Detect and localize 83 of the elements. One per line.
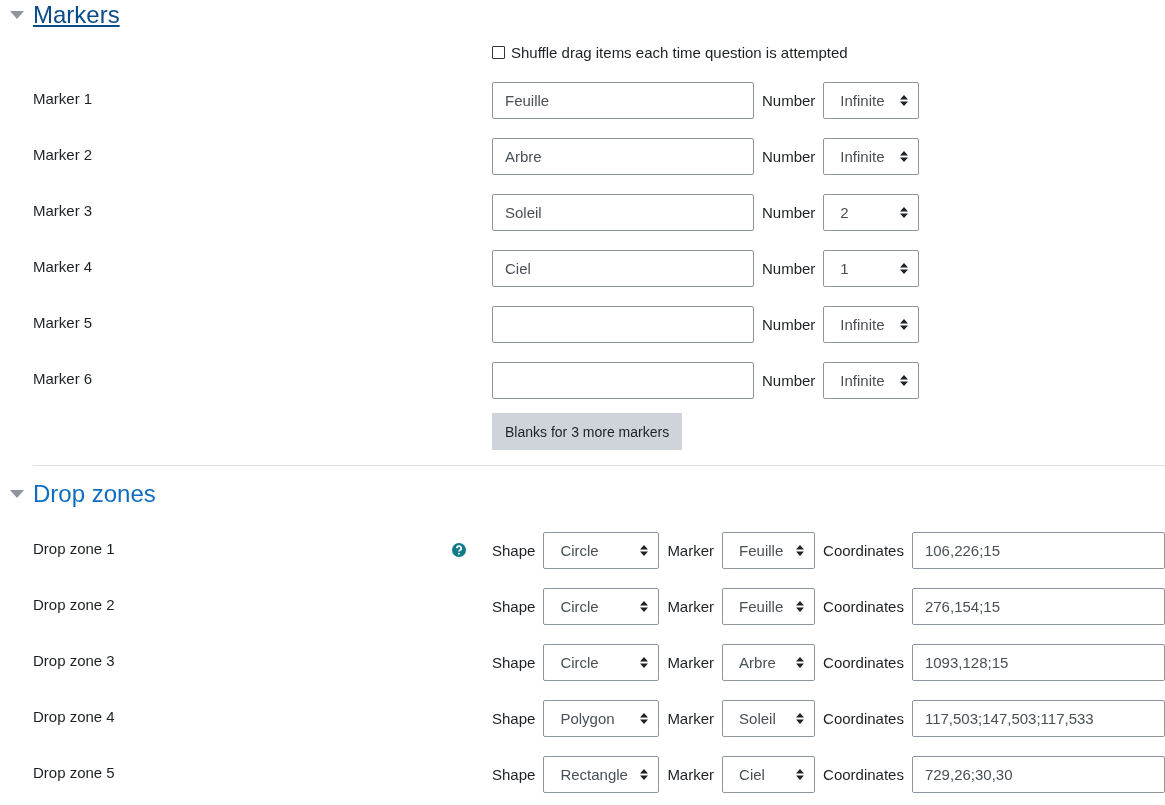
help-icon[interactable] xyxy=(452,543,466,557)
field-label: Drop zone 2 xyxy=(33,595,116,613)
marker-dropdown[interactable]: Arbre xyxy=(722,643,816,681)
shape-dropdown[interactable]: Circle xyxy=(543,531,660,569)
caret-icon xyxy=(900,94,909,106)
number-dropdown[interactable]: Infinite xyxy=(823,137,920,175)
caret-icon xyxy=(640,656,649,668)
field-label: Drop zone 1 xyxy=(33,539,116,557)
number-dropdown[interactable]: 2 xyxy=(823,193,920,231)
coordinates-field[interactable]: 106,226;15 xyxy=(911,531,1165,569)
coordinates-field[interactable]: 1093,128;15 xyxy=(911,643,1165,681)
field-label: Coordinates xyxy=(823,541,904,559)
caret-icon xyxy=(640,600,649,612)
add-blanks-button[interactable]: Blanks for 3 more markers xyxy=(492,413,683,450)
field-label: Shape xyxy=(492,765,536,783)
caret-icon xyxy=(640,544,649,556)
caret-icon xyxy=(796,544,805,556)
field-label: Number xyxy=(762,259,816,277)
marker-dropdown[interactable]: Ciel xyxy=(722,755,816,793)
field-label: Number xyxy=(762,371,816,389)
checkbox[interactable] xyxy=(492,45,505,59)
caret-icon xyxy=(900,374,909,386)
field-label: Number xyxy=(762,91,816,109)
caret-icon xyxy=(796,656,805,668)
field-label: Marker xyxy=(667,541,715,559)
field-label: Shape xyxy=(492,541,536,559)
caret-icon xyxy=(900,206,909,218)
shape-dropdown[interactable]: Polygon xyxy=(543,699,660,737)
field-label: Shape xyxy=(492,709,536,727)
field-label: Marker 3 xyxy=(33,201,94,219)
number-dropdown[interactable]: Infinite xyxy=(823,81,920,119)
text-field[interactable]: Feuille xyxy=(492,81,754,119)
field-label: Marker 6 xyxy=(33,369,94,387)
collapse-toggle-icon[interactable] xyxy=(10,11,24,19)
number-dropdown[interactable]: 1 xyxy=(823,249,920,287)
coordinates-field[interactable]: 729,26;30,30 xyxy=(911,755,1165,793)
checkbox-label: Shuffle drag items each time question is attempted xyxy=(511,43,848,61)
field-label: Drop zone 3 xyxy=(33,651,116,669)
text-field[interactable]: Soleil xyxy=(492,193,754,231)
number-dropdown[interactable]: Infinite xyxy=(823,305,920,343)
number-dropdown[interactable]: Infinite xyxy=(823,361,920,399)
field-label: Marker 1 xyxy=(33,89,94,107)
caret-icon xyxy=(796,600,805,612)
field-label: Marker 2 xyxy=(33,145,94,163)
marker-dropdown[interactable]: Soleil xyxy=(722,699,816,737)
field-label: Marker 5 xyxy=(33,313,94,331)
section-heading[interactable]: Markers xyxy=(33,1,120,29)
caret-icon xyxy=(796,712,805,724)
caret-icon xyxy=(640,712,649,724)
field-label: Marker xyxy=(667,597,715,615)
text-field[interactable] xyxy=(492,305,754,343)
coordinates-field[interactable]: 276,154;15 xyxy=(911,587,1165,625)
text-field[interactable] xyxy=(492,361,754,399)
caret-icon xyxy=(900,150,909,162)
text-field[interactable]: Ciel xyxy=(492,249,754,287)
shape-dropdown[interactable]: Circle xyxy=(543,587,660,625)
field-label: Coordinates xyxy=(823,765,904,783)
field-label: Marker xyxy=(667,709,715,727)
caret-icon xyxy=(900,318,909,330)
field-label: Number xyxy=(762,147,816,165)
marker-dropdown[interactable]: Feuille xyxy=(722,531,816,569)
section-heading[interactable]: Drop zones xyxy=(33,480,156,508)
field-label: Shape xyxy=(492,597,536,615)
field-label: Number xyxy=(762,203,816,221)
marker-dropdown[interactable]: Feuille xyxy=(722,587,816,625)
field-label: Coordinates xyxy=(823,709,904,727)
caret-icon xyxy=(900,262,909,274)
coordinates-field[interactable]: 117,503;147,503;117,533 xyxy=(911,699,1165,737)
caret-icon xyxy=(796,768,805,780)
field-label: Number xyxy=(762,315,816,333)
field-label: Coordinates xyxy=(823,597,904,615)
field-label: Marker 4 xyxy=(33,257,94,275)
shape-dropdown[interactable]: Circle xyxy=(543,643,660,681)
caret-icon xyxy=(640,768,649,780)
collapse-toggle-icon[interactable] xyxy=(10,490,24,498)
field-label: Marker xyxy=(667,765,715,783)
field-label: Drop zone 5 xyxy=(33,763,116,781)
shape-dropdown[interactable]: Rectangle xyxy=(543,755,660,793)
field-label: Coordinates xyxy=(823,653,904,671)
field-label: Drop zone 4 xyxy=(33,707,116,725)
field-label: Marker xyxy=(667,653,715,671)
text-field[interactable]: Arbre xyxy=(492,137,754,175)
field-label: Shape xyxy=(492,653,536,671)
